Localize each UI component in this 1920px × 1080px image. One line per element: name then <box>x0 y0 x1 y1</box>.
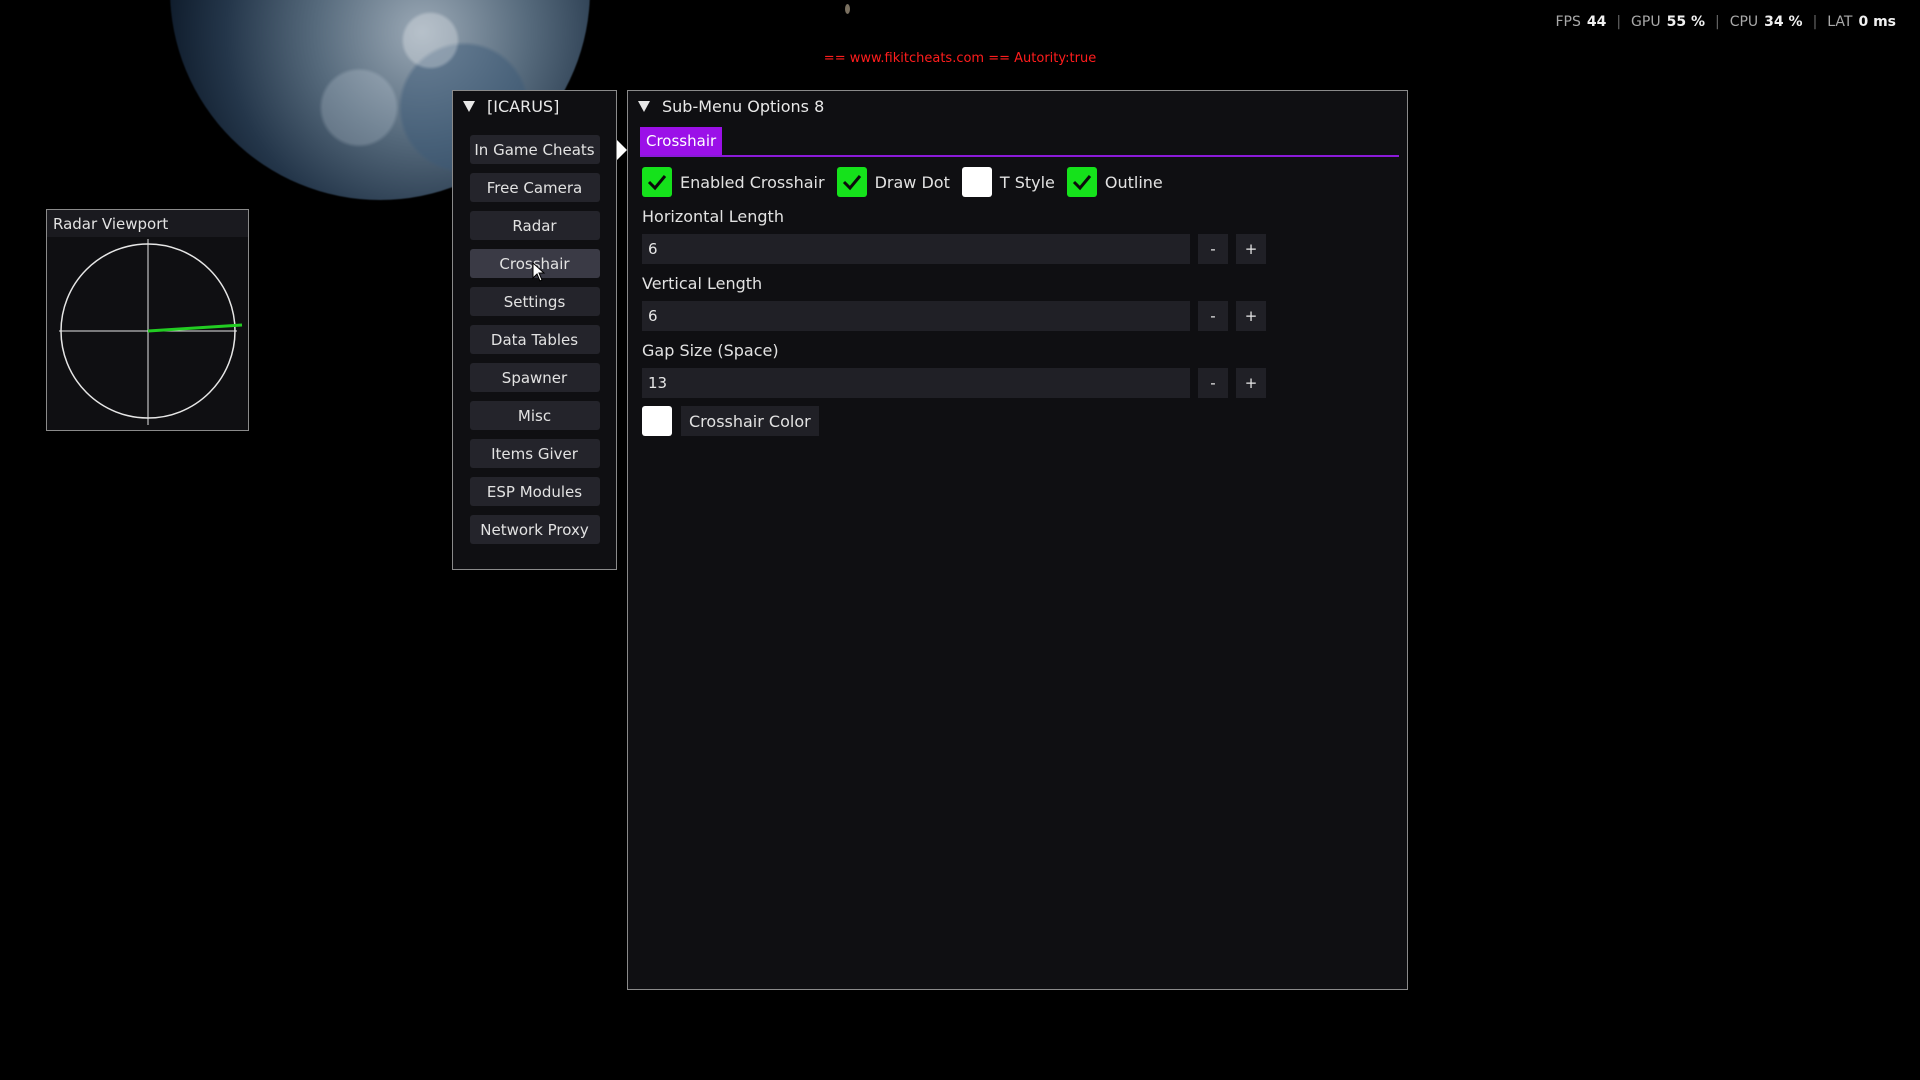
menu-button-esp-modules[interactable]: ESP Modules <box>469 477 600 506</box>
crosshair-color-button[interactable]: Crosshair Color <box>681 406 819 436</box>
checkbox-t-style[interactable] <box>961 167 992 197</box>
gap-size-row: 13 - + <box>642 368 1407 398</box>
vertical-length-decrement-button[interactable]: - <box>1198 301 1228 331</box>
checkbox-label: Enabled Crosshair <box>680 172 825 192</box>
radar-viewport-window[interactable]: Radar Viewport <box>46 209 249 431</box>
menu-button-free-camera[interactable]: Free Camera <box>469 173 600 202</box>
moon-dot <box>845 4 850 14</box>
selection-arrow-icon <box>617 140 627 160</box>
crosshair-checkbox-row: Enabled Crosshair Draw Dot T Style Outline <box>642 167 1407 197</box>
vertical-length-label: Vertical Length <box>642 274 763 293</box>
gap-size-label: Gap Size (Space) <box>642 341 779 360</box>
submenu-header[interactable]: Sub-Menu Options 8 <box>628 91 1407 121</box>
horizontal-length-decrement-button[interactable]: - <box>1198 234 1228 264</box>
radar-display <box>59 239 243 425</box>
stat-separator: | <box>1812 14 1818 30</box>
radar-title[interactable]: Radar Viewport <box>47 210 248 237</box>
horizontal-length-label: Horizontal Length <box>642 207 784 226</box>
gap-size-decrement-button[interactable]: - <box>1198 368 1228 398</box>
checkbox-label: T Style <box>999 172 1055 192</box>
submenu-tab-bar: Crosshair <box>640 127 1399 157</box>
horizontal-length-input[interactable]: 6 <box>642 234 1190 264</box>
gap-size-input[interactable]: 13 <box>642 368 1190 398</box>
menu-button-items-giver[interactable]: Items Giver <box>469 439 600 468</box>
checkbox-draw-dot[interactable] <box>836 167 867 197</box>
fps-stat: FPS 44 <box>1555 14 1607 30</box>
checkbox-item-draw-dot[interactable]: Draw Dot <box>836 167 950 197</box>
vertical-length-input[interactable]: 6 <box>642 301 1190 331</box>
collapse-triangle-icon[interactable] <box>463 100 475 112</box>
checkbox-item-outline[interactable]: Outline <box>1066 167 1163 197</box>
mouse-cursor-icon <box>532 262 546 282</box>
checkmark-icon <box>842 175 861 191</box>
vertical-length-increment-button[interactable]: + <box>1236 301 1266 331</box>
checkmark-icon <box>647 175 667 191</box>
checkbox-enabled-crosshair[interactable] <box>642 167 672 197</box>
main-menu-title: [ICARUS] <box>487 96 560 116</box>
menu-button-radar[interactable]: Radar <box>469 211 600 240</box>
horizontal-length-row: 6 - + <box>642 234 1407 264</box>
performance-stats: FPS 44 | GPU 55 % | CPU 34 % | LAT 0 ms <box>1555 14 1896 30</box>
menu-button-misc[interactable]: Misc <box>469 401 600 430</box>
crosshair-color-row: Crosshair Color <box>642 406 1407 436</box>
menu-button-settings[interactable]: Settings <box>469 287 600 316</box>
menu-button-spawner[interactable]: Spawner <box>469 363 600 392</box>
radar-heading-line <box>147 323 243 333</box>
checkbox-label: Draw Dot <box>874 172 950 192</box>
menu-button-network-proxy[interactable]: Network Proxy <box>469 515 600 544</box>
main-menu-list: In Game Cheats Free Camera Radar Crosshair S… <box>453 135 616 544</box>
cpu-stat: CPU 34 % <box>1729 14 1803 30</box>
stat-separator: | <box>1714 14 1720 30</box>
checkbox-item-enabled-crosshair[interactable]: Enabled Crosshair <box>642 167 825 197</box>
vertical-length-row: 6 - + <box>642 301 1407 331</box>
menu-button-data-tables[interactable]: Data Tables <box>469 325 600 354</box>
main-menu-window[interactable]: [ICARUS] In Game Cheats Free Camera Radar C… <box>452 90 617 570</box>
horizontal-length-increment-button[interactable]: + <box>1236 234 1266 264</box>
submenu-window[interactable]: Sub-Menu Options 8 Crosshair Enabled Cro… <box>627 90 1408 990</box>
main-menu-header[interactable]: [ICARUS] <box>453 91 616 121</box>
submenu-title: Sub-Menu Options 8 <box>662 96 825 116</box>
gap-size-increment-button[interactable]: + <box>1236 368 1266 398</box>
checkbox-label: Outline <box>1104 172 1163 192</box>
tab-crosshair[interactable]: Crosshair <box>640 127 723 155</box>
checkbox-item-t-style[interactable]: T Style <box>961 167 1055 197</box>
checkbox-outline[interactable] <box>1066 167 1097 197</box>
lat-stat: LAT 0 ms <box>1827 14 1896 30</box>
stat-separator: | <box>1616 14 1622 30</box>
menu-button-in-game-cheats[interactable]: In Game Cheats <box>469 135 600 164</box>
watermark-banner: == www.fikitcheats.com == Autority:true <box>823 51 1097 66</box>
collapse-triangle-icon[interactable] <box>638 100 650 112</box>
checkmark-icon <box>1072 175 1092 191</box>
gpu-stat: GPU 55 % <box>1631 14 1705 30</box>
crosshair-color-swatch[interactable] <box>642 406 672 436</box>
